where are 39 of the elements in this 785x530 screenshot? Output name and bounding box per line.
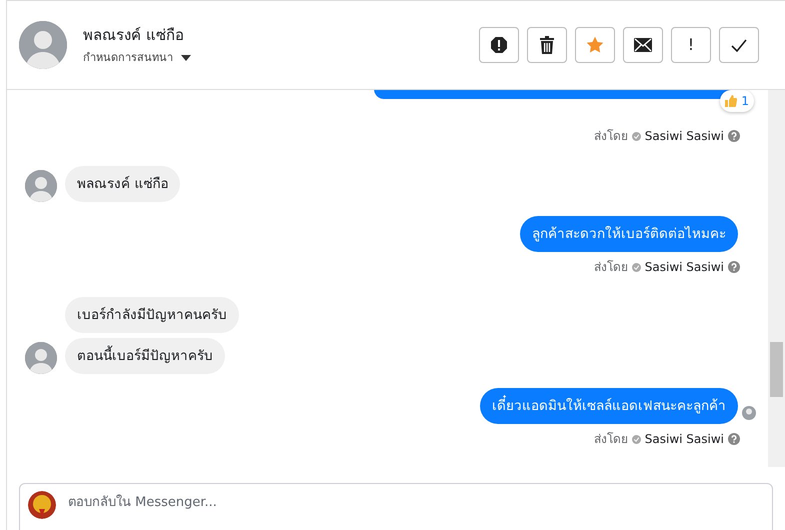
trash-button[interactable] bbox=[527, 27, 567, 63]
message-bubble: พลณรงค์ แซ่กือ bbox=[65, 166, 180, 202]
sender-name: Sasiwi Sasiwi bbox=[644, 128, 724, 145]
scrollbar[interactable] bbox=[768, 90, 785, 467]
avatar bbox=[25, 170, 57, 202]
reaction-badge: 1 bbox=[720, 90, 754, 112]
exclamation-button[interactable]: ! bbox=[671, 27, 711, 63]
sender-name: Sasiwi Sasiwi bbox=[644, 259, 724, 276]
reply-field[interactable]: ตอบกลับใน Messenger... bbox=[19, 483, 773, 530]
sent-by-label: ส่งโดย bbox=[594, 259, 628, 276]
envelope-button[interactable] bbox=[623, 27, 663, 63]
message-bubble: ลูกค้าสะดวกให้เบอร์ติดต่อไหมคะ bbox=[520, 216, 738, 252]
help-icon[interactable] bbox=[728, 130, 740, 142]
help-icon[interactable] bbox=[728, 261, 740, 273]
page-logo-icon bbox=[28, 491, 56, 519]
avatar bbox=[25, 342, 57, 374]
sent-by-label: ส่งโดย bbox=[594, 431, 628, 448]
check-icon bbox=[731, 38, 747, 52]
message-bubble: เดี๋ยวแอดมินให้เซลล์แอดเฟสนะคะลูกค้า bbox=[480, 388, 738, 424]
check-button[interactable] bbox=[719, 27, 759, 63]
alert-icon bbox=[490, 36, 508, 54]
message-bubble: เบอร์กำลังมีปัญหาคนครับ bbox=[65, 297, 239, 333]
seen-avatar-icon bbox=[742, 406, 756, 420]
check-circle-icon bbox=[632, 262, 641, 272]
avatar bbox=[19, 21, 67, 69]
envelope-icon bbox=[634, 38, 652, 52]
contact-name: พลณรงค์ แซ่กือ bbox=[83, 24, 185, 46]
help-icon[interactable] bbox=[728, 433, 740, 445]
alert-button[interactable] bbox=[479, 27, 519, 63]
conversation-settings-link[interactable]: กำหนดการสนทนา bbox=[83, 50, 173, 66]
star-button[interactable] bbox=[575, 27, 615, 63]
check-circle-icon bbox=[632, 434, 641, 444]
caret-icon[interactable] bbox=[181, 55, 191, 62]
sent-by-label: ส่งโดย bbox=[594, 128, 628, 145]
sender-name: Sasiwi Sasiwi bbox=[644, 431, 724, 448]
trash-icon bbox=[539, 36, 555, 54]
star-icon bbox=[586, 36, 604, 54]
message-bubble: ตอนนี้เบอร์มีปัญหาครับ bbox=[65, 338, 225, 374]
check-circle-icon bbox=[632, 132, 641, 140]
